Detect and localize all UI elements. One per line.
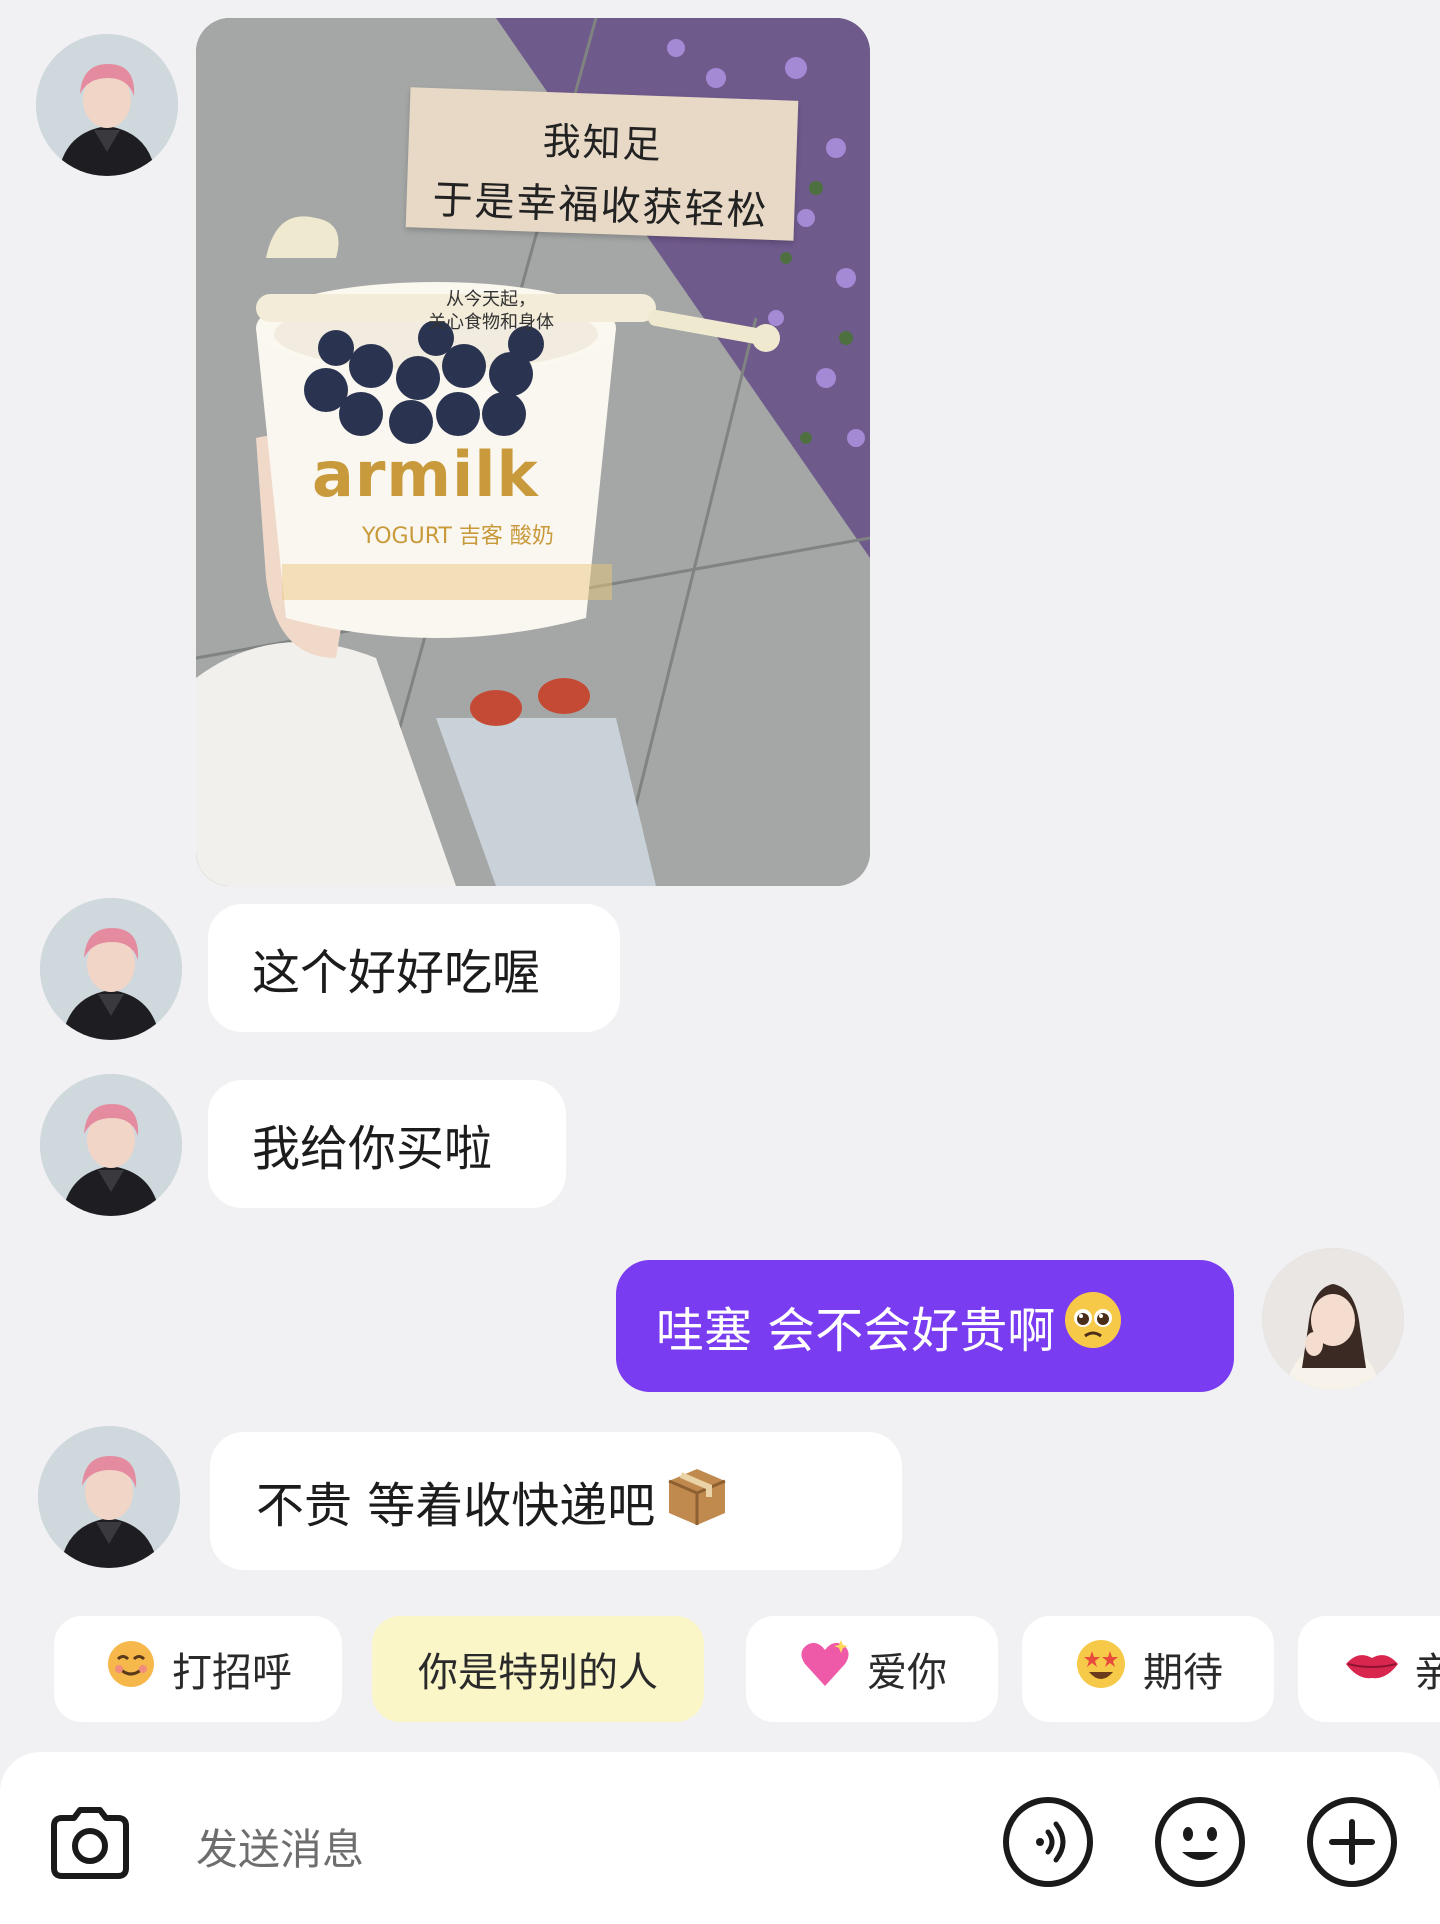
message-text: 哇塞 会不会好贵啊 xyxy=(656,1303,1056,1359)
my-message-bubble[interactable]: 哇塞 会不会好贵啊 xyxy=(616,1260,1234,1392)
note-line-2: 于是幸福收获轻松 xyxy=(431,177,770,235)
quick-reply-label: 你是特别的人 xyxy=(418,1650,658,1696)
quick-reply-label: 打招呼 xyxy=(172,1650,292,1696)
contact-avatar[interactable] xyxy=(40,1074,182,1216)
voice-icon[interactable] xyxy=(1000,1794,1096,1890)
quick-reply-chip[interactable]: 你是特别的人 xyxy=(372,1616,704,1722)
smiling-face-icon xyxy=(104,1637,158,1701)
quick-reply-chip[interactable]: 打招呼 xyxy=(54,1616,342,1722)
contact-avatar[interactable] xyxy=(38,1426,180,1568)
spoon-line-2: 关心食物和身体 xyxy=(428,312,554,333)
contact-avatar[interactable] xyxy=(40,898,182,1040)
message-bubble[interactable]: 我给你买啦 xyxy=(208,1080,566,1208)
paper-note: 我知足 于是幸福收获轻松 xyxy=(405,87,799,241)
contact-avatar[interactable] xyxy=(36,34,178,176)
sparkling-heart-icon xyxy=(797,1636,853,1702)
note-line-1: 我知足 xyxy=(541,118,664,168)
message-bubble[interactable]: 不贵 等着收快递吧 xyxy=(210,1432,902,1570)
image-message[interactable]: 我知足 于是幸福收获轻松 从今天起， 关心食物和身体 armilk YOGURT… xyxy=(196,18,870,886)
message-bubble[interactable]: 这个好好吃喔 xyxy=(208,904,620,1032)
lips-icon xyxy=(1344,1644,1400,1694)
quick-reply-label: 爱你 xyxy=(867,1650,947,1696)
quick-reply-chip[interactable]: 亲 xyxy=(1298,1616,1440,1722)
emoji-icon[interactable] xyxy=(1152,1794,1248,1890)
quick-reply-chip[interactable]: 期待 xyxy=(1022,1616,1274,1722)
my-avatar[interactable] xyxy=(1262,1248,1404,1390)
star-struck-icon xyxy=(1073,1636,1129,1702)
package-icon xyxy=(661,1459,733,1543)
yogurt-brand: armilk xyxy=(312,438,539,511)
message-text: 不贵 等着收快递吧 xyxy=(256,1478,656,1534)
spoon-line-1: 从今天起， xyxy=(446,289,536,310)
yogurt-brand-sub: YOGURT 吉客 酸奶 xyxy=(362,524,554,549)
plus-icon[interactable] xyxy=(1304,1794,1400,1890)
message-text: 我给你买啦 xyxy=(252,1121,493,1177)
quick-reply-label: 亲 xyxy=(1414,1650,1440,1696)
spoon-print: 从今天起， 关心食物和身体 xyxy=(386,288,596,334)
quick-reply-chip[interactable]: 爱你 xyxy=(746,1616,998,1722)
message-input-bar: 发送消息 xyxy=(0,1752,1440,1924)
quick-reply-label: 期待 xyxy=(1143,1650,1223,1696)
camera-icon[interactable] xyxy=(42,1794,138,1890)
message-text: 这个好好吃喔 xyxy=(252,945,541,1001)
pleading-face-icon xyxy=(1061,1288,1125,1364)
message-input[interactable]: 发送消息 xyxy=(196,1816,364,1877)
